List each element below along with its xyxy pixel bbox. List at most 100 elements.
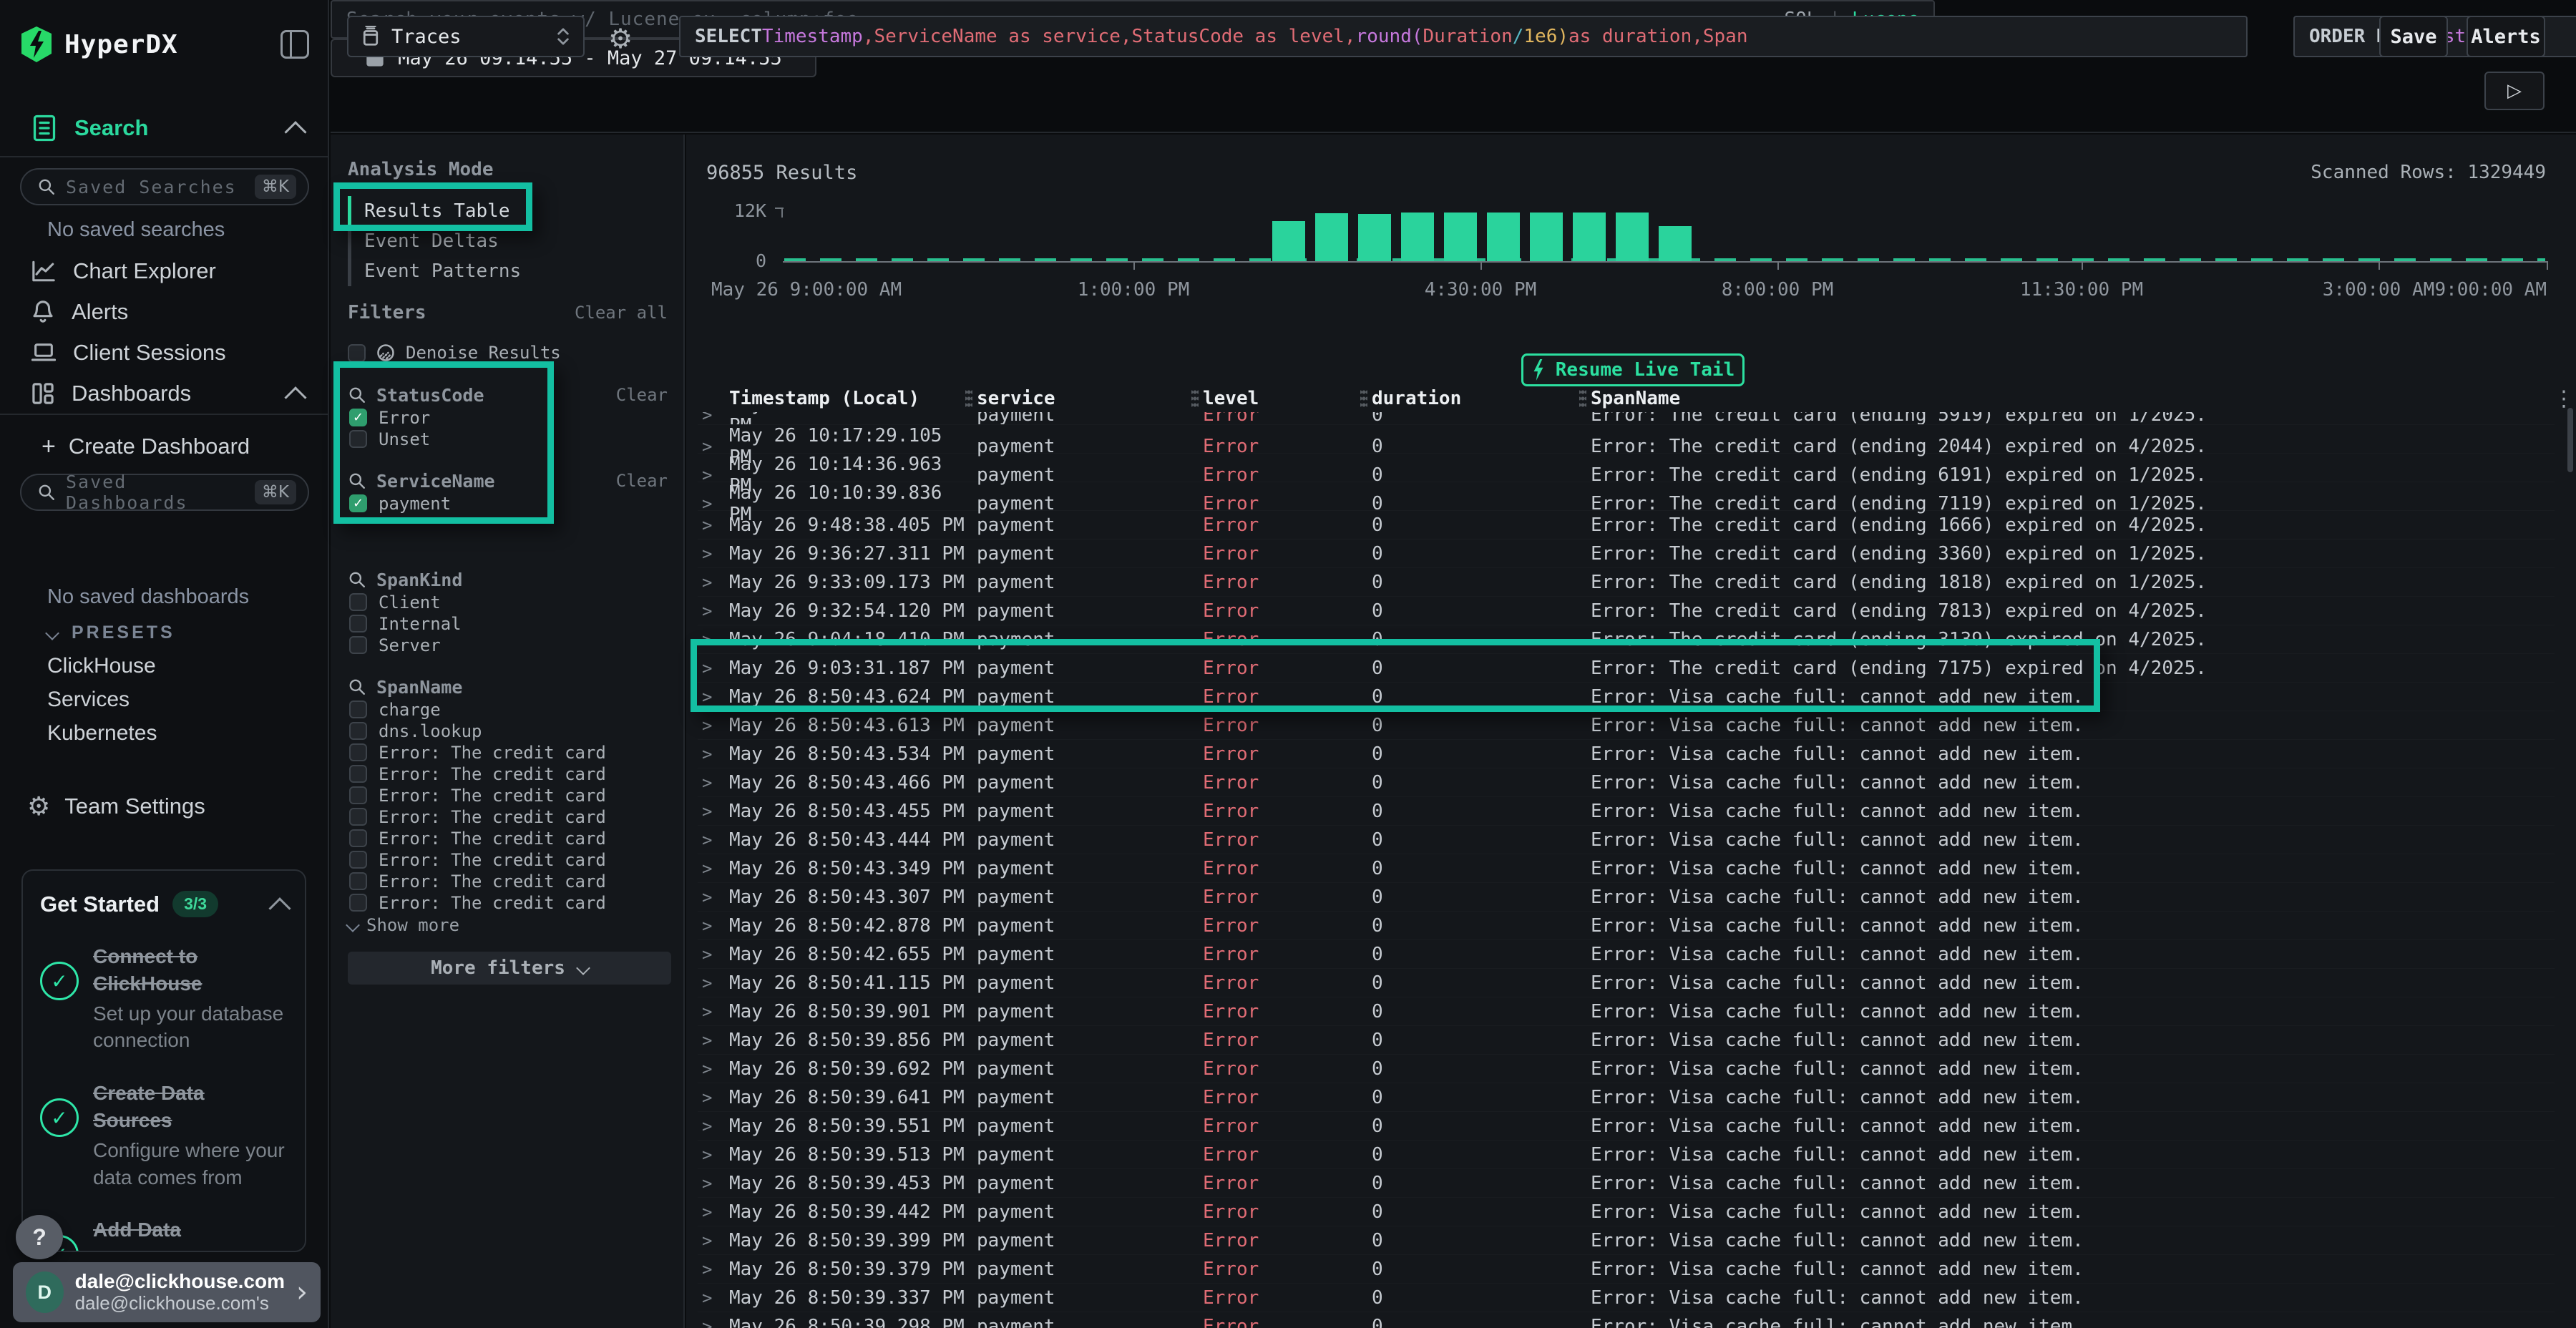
table-row[interactable]: > May 26 10:14:36.963 PM payment Error 0…	[698, 454, 2555, 482]
run-query-button[interactable]: ▷	[2484, 72, 2545, 110]
alerts-button[interactable]: Alerts	[2467, 16, 2545, 57]
expand-row-icon[interactable]: >	[698, 744, 729, 764]
checkbox[interactable]	[349, 808, 367, 826]
source-settings-gear-icon[interactable]: ⚙	[608, 23, 633, 54]
sidebar-item-alerts[interactable]: Alerts	[0, 293, 329, 331]
expand-row-icon[interactable]: >	[698, 601, 729, 621]
expand-row-icon[interactable]: >	[698, 801, 729, 821]
table-row[interactable]: > May 26 9:32:54.120 PM payment Error 0 …	[698, 597, 2555, 625]
expand-row-icon[interactable]: >	[698, 973, 729, 993]
chevron-up-icon[interactable]	[284, 386, 306, 409]
filter-option[interactable]: Internal	[348, 613, 668, 634]
sidebar-item-services[interactable]: Services	[47, 688, 130, 712]
show-more-button[interactable]: Show more	[348, 914, 668, 936]
table-row[interactable]: > May 26 10:19:51.402 PM payment Error 0…	[698, 412, 2555, 425]
user-menu[interactable]: D dale@clickhouse.com dale@clickhouse.co…	[13, 1262, 321, 1322]
filter-option[interactable]: Client	[348, 592, 668, 612]
filter-option[interactable]: Error: The credit card …	[348, 828, 668, 849]
sidebar-item-clickhouse[interactable]: ClickHouse	[47, 654, 156, 678]
checkbox[interactable]	[349, 722, 367, 740]
expand-row-icon[interactable]: >	[698, 859, 729, 879]
table-row[interactable]: > May 26 9:36:27.311 PM payment Error 0 …	[698, 540, 2555, 568]
filter-group-title[interactable]: SpanName	[376, 677, 462, 698]
expand-row-icon[interactable]: >	[698, 1002, 729, 1022]
expand-row-icon[interactable]: >	[698, 1059, 729, 1079]
expand-row-icon[interactable]: >	[698, 544, 729, 564]
checkbox[interactable]	[349, 786, 367, 804]
col-timestamp[interactable]: Timestamp (Local)	[729, 388, 965, 409]
table-row[interactable]: > May 26 8:50:39.442 PM payment Error 0 …	[698, 1198, 2555, 1226]
table-row[interactable]: > May 26 8:50:43.624 PM payment Error 0 …	[698, 683, 2555, 711]
table-row[interactable]: > May 26 9:48:38.405 PM payment Error 0 …	[698, 511, 2555, 540]
table-row[interactable]: > May 26 10:10:39.836 PM payment Error 0…	[698, 482, 2555, 511]
mode-results-table[interactable]: Results Table	[348, 196, 668, 226]
sidebar-item-search[interactable]: Search	[0, 109, 329, 147]
column-resize-handle[interactable]	[1191, 389, 1199, 408]
clear-filter-button[interactable]: Clear	[616, 385, 668, 405]
expand-row-icon[interactable]: >	[698, 1202, 729, 1222]
filter-option[interactable]: Error: The credit card …	[348, 892, 668, 913]
expand-row-icon[interactable]: >	[698, 916, 729, 936]
table-row[interactable]: > May 26 8:50:43.307 PM payment Error 0 …	[698, 883, 2555, 912]
table-row[interactable]: > May 26 10:17:29.105 PM payment Error 0…	[698, 425, 2555, 454]
mode-event-patterns[interactable]: Event Patterns	[351, 256, 668, 286]
get-started-step[interactable]: ✓ Connect to ClickHouse Set up your data…	[40, 943, 288, 1054]
col-spanname[interactable]: SpanName	[1591, 388, 2555, 409]
filter-option[interactable]: Error: The credit card …	[348, 763, 668, 784]
table-row[interactable]: > May 26 8:50:39.692 PM payment Error 0 …	[698, 1055, 2555, 1083]
filter-group-title[interactable]: SpanKind	[376, 570, 462, 590]
clear-all-button[interactable]: Clear all	[575, 303, 668, 323]
col-level[interactable]: level	[1203, 388, 1360, 409]
expand-row-icon[interactable]: >	[698, 716, 729, 736]
checkbox[interactable]: ✓	[349, 409, 367, 426]
help-button[interactable]: ?	[16, 1215, 63, 1259]
filter-group-title[interactable]: ServiceName	[376, 471, 495, 492]
get-started-step[interactable]: ✓ Create Data Sources Configure where yo…	[40, 1080, 288, 1191]
checkbox[interactable]	[349, 430, 367, 448]
expand-row-icon[interactable]: >	[698, 1030, 729, 1050]
expand-row-icon[interactable]: >	[698, 1088, 729, 1108]
saved-searches-input[interactable]: Saved Searches ⌘K	[20, 168, 309, 205]
checkbox[interactable]	[349, 894, 367, 912]
column-resize-handle[interactable]	[1360, 389, 1367, 408]
expand-row-icon[interactable]: >	[698, 494, 729, 514]
checkbox[interactable]	[349, 615, 367, 633]
mode-event-deltas[interactable]: Event Deltas	[351, 226, 668, 256]
expand-row-icon[interactable]: >	[698, 1116, 729, 1136]
checkbox[interactable]	[349, 743, 367, 761]
table-row[interactable]: > May 26 8:50:39.856 PM payment Error 0 …	[698, 1026, 2555, 1055]
expand-row-icon[interactable]: >	[698, 630, 729, 650]
table-row[interactable]: > May 26 8:50:39.379 PM payment Error 0 …	[698, 1255, 2555, 1284]
filter-option[interactable]: ✓payment	[348, 493, 668, 514]
column-resize-handle[interactable]	[1579, 389, 1586, 408]
table-row[interactable]: > May 26 8:50:43.444 PM payment Error 0 …	[698, 826, 2555, 854]
table-row[interactable]: > May 26 8:50:39.513 PM payment Error 0 …	[698, 1141, 2555, 1169]
table-row[interactable]: > May 26 8:50:43.455 PM payment Error 0 …	[698, 797, 2555, 826]
expand-row-icon[interactable]: >	[698, 1259, 729, 1279]
expand-row-icon[interactable]: >	[698, 412, 729, 425]
expand-row-icon[interactable]: >	[698, 1317, 729, 1328]
checkbox[interactable]	[349, 829, 367, 847]
denoise-results-toggle[interactable]: Denoise Results	[348, 342, 668, 363]
sidebar-item-team-settings[interactable]: ⚙ Team Settings	[0, 787, 329, 826]
filter-option[interactable]: Error: The credit card …	[348, 871, 668, 892]
filter-option[interactable]: dns.lookup	[348, 721, 668, 741]
expand-row-icon[interactable]: >	[698, 572, 729, 592]
resume-live-tail-button[interactable]: Resume Live Tail	[1521, 353, 1745, 386]
checkbox[interactable]	[349, 593, 367, 611]
checkbox[interactable]: ✓	[349, 494, 367, 512]
expand-row-icon[interactable]: >	[698, 1173, 729, 1193]
table-row[interactable]: > May 26 8:50:39.298 PM payment Error 0 …	[698, 1312, 2555, 1328]
table-row[interactable]: > May 26 9:03:31.187 PM payment Error 0 …	[698, 654, 2555, 683]
expand-row-icon[interactable]: >	[698, 1145, 729, 1165]
chevron-up-icon[interactable]	[284, 121, 306, 143]
chevron-up-icon[interactable]	[268, 897, 291, 919]
table-row[interactable]: > May 26 9:04:18.410 PM payment Error 0 …	[698, 625, 2555, 654]
checkbox[interactable]	[349, 636, 367, 654]
checkbox[interactable]	[349, 872, 367, 890]
get-started-step[interactable]: ✓ Add Data Start sending logs, metrics, …	[40, 1216, 288, 1252]
table-row[interactable]: > May 26 8:50:43.534 PM payment Error 0 …	[698, 740, 2555, 768]
expand-row-icon[interactable]: >	[698, 465, 729, 485]
filter-option[interactable]: Error: The credit card …	[348, 785, 668, 806]
table-scrollbar-thumb[interactable]	[2567, 408, 2573, 472]
